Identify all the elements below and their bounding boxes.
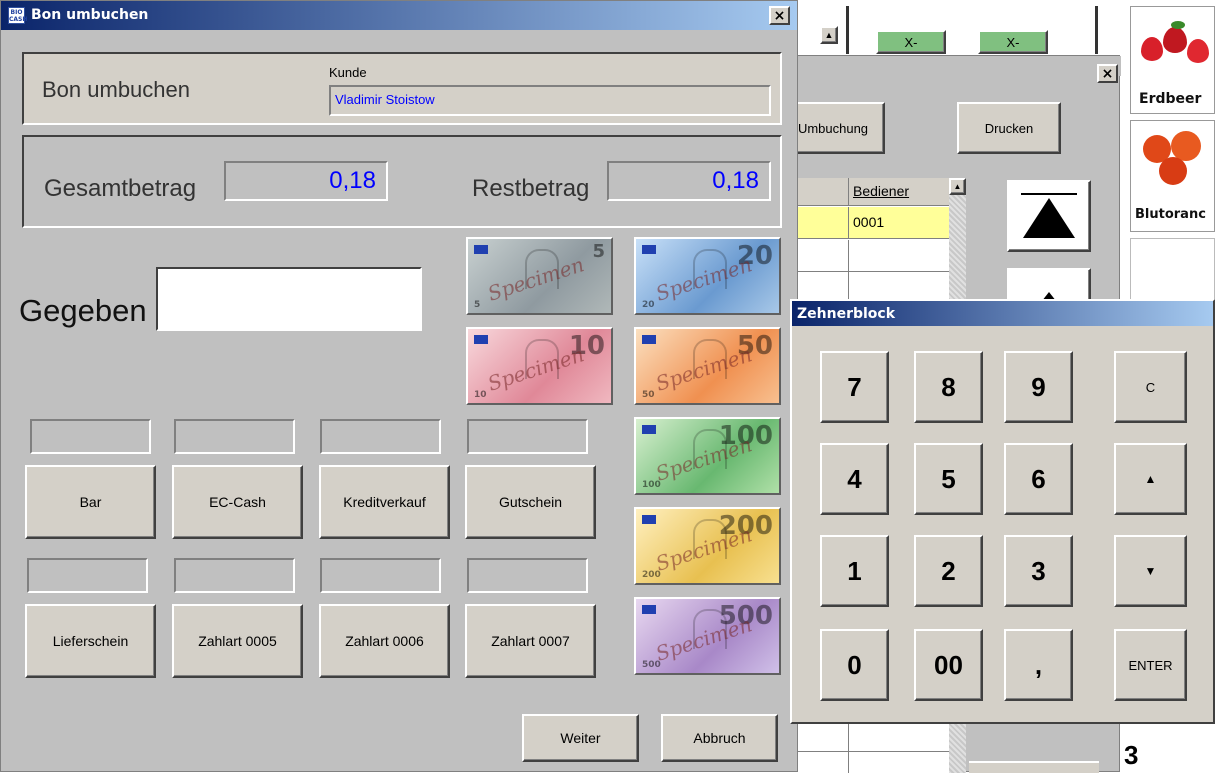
bon-umbuchen-dialog: BIO CASH Bon umbuchen × Bon umbuchen Kun… bbox=[0, 0, 798, 772]
payment-ec-cash-button[interactable]: EC-Cash bbox=[172, 465, 303, 539]
rest-field: 0,18 bbox=[607, 161, 771, 201]
product-label-erdbeer: Erdbeer bbox=[1139, 91, 1202, 107]
given-label: Gegeben bbox=[19, 293, 147, 328]
payment-amount-field-gutschein[interactable] bbox=[467, 419, 588, 454]
payment-zahlart-0007-button[interactable]: Zahlart 0007 bbox=[465, 604, 596, 678]
key-6[interactable]: 6 bbox=[1004, 443, 1073, 515]
numpad-title: Zehnerblock bbox=[797, 305, 896, 322]
top-x-button-2[interactable]: X- bbox=[978, 30, 1048, 54]
payment-amount-field-kreditverkauf[interactable] bbox=[320, 419, 441, 454]
customer-label: Kunde bbox=[329, 65, 367, 80]
top-x-button-1[interactable]: X- bbox=[876, 30, 946, 54]
key-4[interactable]: 4 bbox=[820, 443, 889, 515]
header-group: Bon umbuchen Kunde Vladimir Stoistow bbox=[22, 52, 782, 125]
product-tile-blutorange[interactable]: Blutoranc bbox=[1130, 120, 1215, 232]
banknote-500[interactable]: 500 Specimen 500 bbox=[634, 597, 781, 675]
total-label: Gesamtbetrag bbox=[44, 175, 197, 202]
orange-image bbox=[1141, 129, 1211, 189]
rest-value: 0,18 bbox=[712, 167, 759, 194]
drucken-button[interactable]: Drucken bbox=[957, 102, 1061, 154]
key-1[interactable]: 1 bbox=[820, 535, 889, 607]
customer-field: Vladimir Stoistow bbox=[329, 85, 771, 116]
table-scroll-up-button[interactable]: ▲ bbox=[949, 178, 966, 195]
banknote-200[interactable]: 200 Specimen 200 bbox=[634, 507, 781, 585]
payment-amount-field-ec-cash[interactable] bbox=[174, 419, 295, 454]
key-comma[interactable]: , bbox=[1004, 629, 1073, 701]
app-logo: BIO CASH bbox=[8, 7, 28, 24]
dialog-close-button[interactable]: × bbox=[769, 6, 790, 25]
column-header-bediener[interactable]: Bediener bbox=[853, 183, 909, 199]
triangle-up-icon bbox=[1021, 193, 1077, 238]
table-header-row: Bediener bbox=[791, 178, 949, 206]
scroll-up-button[interactable]: ▲ bbox=[820, 26, 838, 44]
key-0[interactable]: 0 bbox=[820, 629, 889, 701]
key-clear[interactable]: C bbox=[1114, 351, 1187, 423]
key-down-arrow-icon[interactable]: ▼ bbox=[1114, 535, 1187, 607]
background-window-titlebar bbox=[791, 56, 1121, 76]
dialog-title: Bon umbuchen bbox=[31, 7, 149, 23]
product-tile-empty bbox=[1130, 238, 1215, 300]
banknote-10[interactable]: 10 Specimen 10 bbox=[466, 327, 613, 405]
key-enter[interactable]: ENTER bbox=[1114, 629, 1187, 701]
key-7[interactable]: 7 bbox=[820, 351, 889, 423]
weiter-button[interactable]: Weiter bbox=[522, 714, 639, 762]
page-up-button[interactable] bbox=[1007, 180, 1091, 252]
payment-amount-field-zahlart-0006[interactable] bbox=[320, 558, 441, 593]
total-field: 0,18 bbox=[224, 161, 388, 201]
rest-label: Restbetrag bbox=[472, 175, 590, 202]
table-row[interactable]: 0001 bbox=[791, 207, 949, 239]
numpad-titlebar: Zehnerblock bbox=[792, 301, 1213, 326]
amount-group: Gesamtbetrag 0,18 Restbetrag 0,18 bbox=[22, 135, 782, 228]
payment-zahlart-0006-button[interactable]: Zahlart 0006 bbox=[319, 604, 450, 678]
payment-bar-button[interactable]: Bar bbox=[25, 465, 156, 539]
key-5[interactable]: 5 bbox=[914, 443, 983, 515]
lower-button-edge bbox=[969, 761, 1099, 773]
payment-amount-field-zahlart-0007[interactable] bbox=[467, 558, 588, 593]
zehnerblock-window: Zehnerblock 7 8 9 C 4 5 6 ▲ 1 2 3 ▼ 0 00… bbox=[790, 299, 1215, 724]
heading-label: Bon umbuchen bbox=[42, 77, 190, 102]
key-8[interactable]: 8 bbox=[914, 351, 983, 423]
key-9[interactable]: 9 bbox=[1004, 351, 1073, 423]
background-close-button[interactable]: × bbox=[1097, 64, 1118, 83]
product-label-blutorange: Blutoranc bbox=[1135, 207, 1206, 222]
product-tile-erdbeer[interactable]: Erdbeer bbox=[1130, 6, 1215, 114]
banknote-50[interactable]: 50 Specimen 50 bbox=[634, 327, 781, 405]
banknote-5[interactable]: 5 Specimen 5 bbox=[466, 237, 613, 315]
payment-amount-field-bar[interactable] bbox=[30, 419, 151, 454]
row-bediener-value: 0001 bbox=[853, 214, 885, 230]
abbruch-button[interactable]: Abbruch bbox=[661, 714, 778, 762]
customer-value: Vladimir Stoistow bbox=[335, 92, 435, 107]
key-00[interactable]: 00 bbox=[914, 629, 983, 701]
payment-lieferschein-button[interactable]: Lieferschein bbox=[25, 604, 156, 678]
payment-gutschein-button[interactable]: Gutschein bbox=[465, 465, 596, 539]
banknote-20[interactable]: 20 Specimen 20 bbox=[634, 237, 781, 315]
vertical-divider bbox=[846, 6, 849, 54]
bottom-digit-fragment: 3 bbox=[1124, 740, 1139, 770]
key-2[interactable]: 2 bbox=[914, 535, 983, 607]
payment-amount-field-lieferschein[interactable] bbox=[27, 558, 148, 593]
payment-zahlart-0005-button[interactable]: Zahlart 0005 bbox=[172, 604, 303, 678]
payment-kreditverkauf-button[interactable]: Kreditverkauf bbox=[319, 465, 450, 539]
strawberry-image bbox=[1141, 17, 1211, 77]
dialog-titlebar: BIO CASH Bon umbuchen × bbox=[1, 1, 797, 30]
given-input[interactable] bbox=[156, 267, 422, 331]
key-up-arrow-icon[interactable]: ▲ bbox=[1114, 443, 1187, 515]
key-3[interactable]: 3 bbox=[1004, 535, 1073, 607]
total-value: 0,18 bbox=[329, 167, 376, 194]
banknote-100[interactable]: 100 Specimen 100 bbox=[634, 417, 781, 495]
vertical-divider bbox=[1095, 6, 1098, 54]
payment-amount-field-zahlart-0005[interactable] bbox=[174, 558, 295, 593]
